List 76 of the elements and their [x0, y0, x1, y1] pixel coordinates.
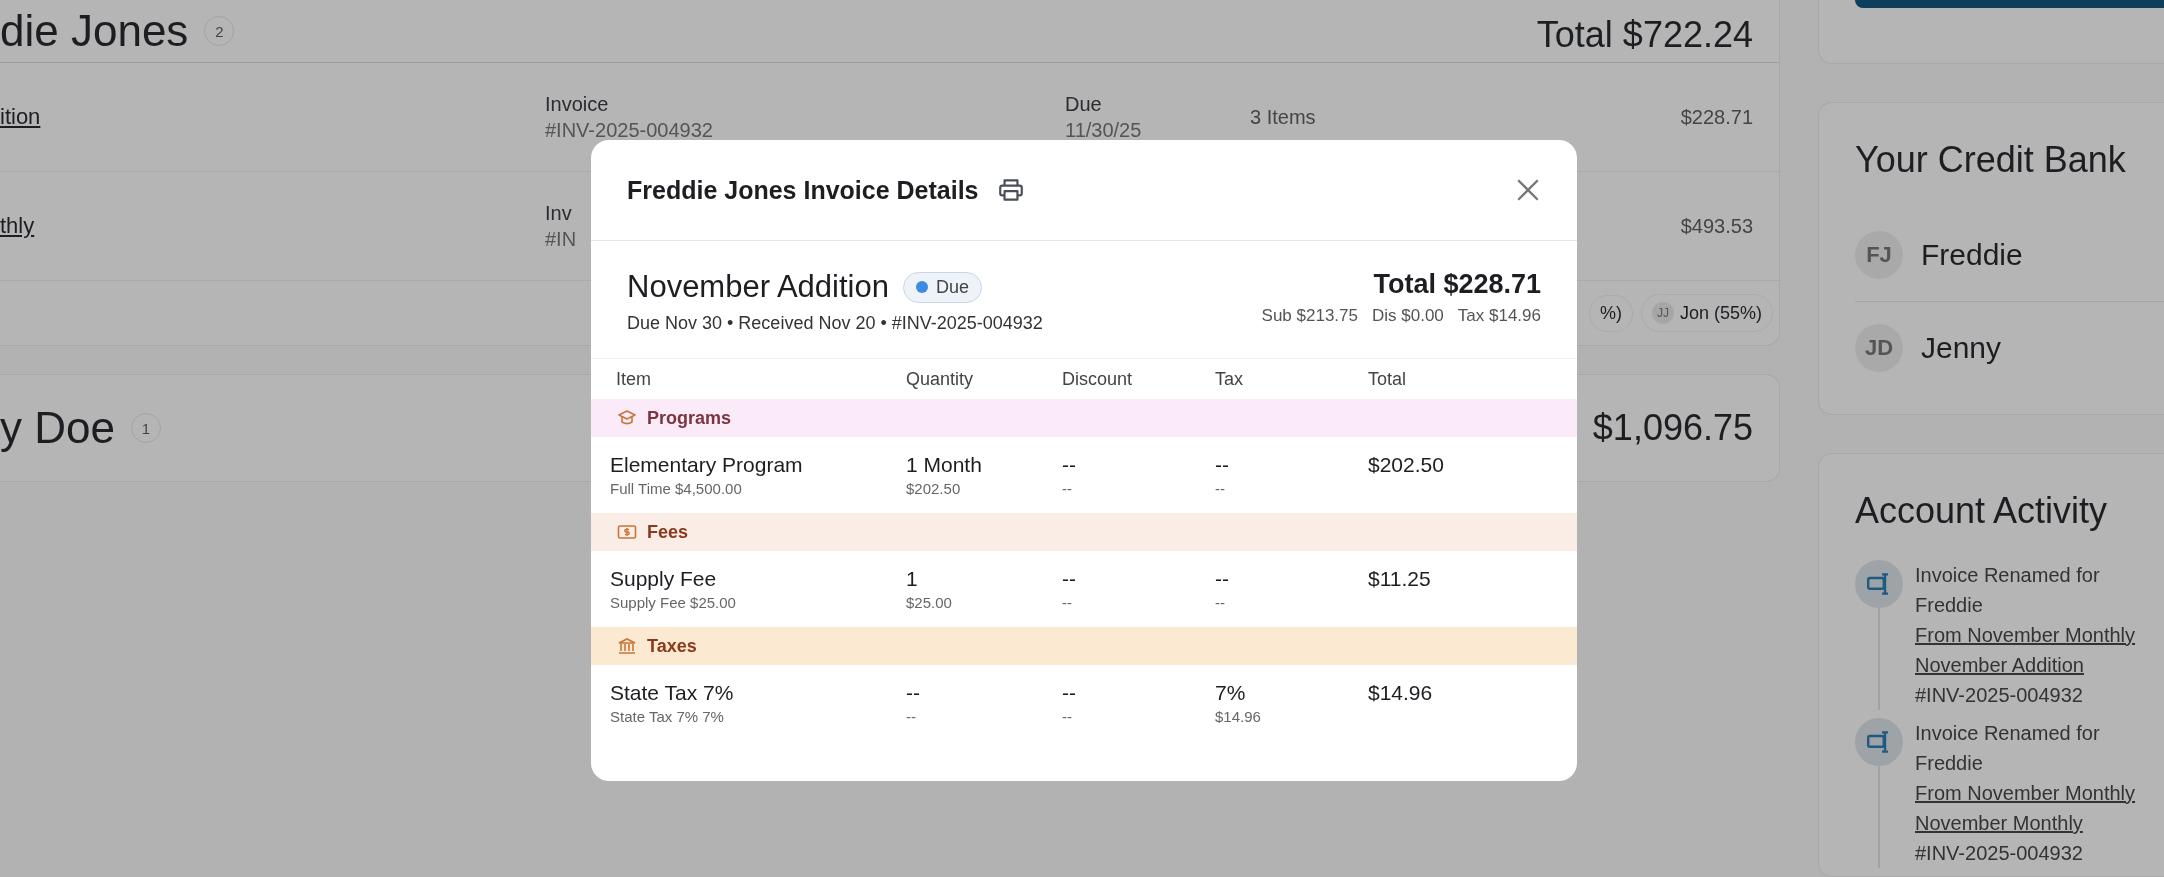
group-header: Fees	[591, 513, 1577, 551]
line-total: $202.50	[1368, 452, 1445, 478]
customer-total: Total $722.24	[1536, 14, 1753, 56]
invoice-link[interactable]: thly	[0, 213, 35, 238]
tax-value: --	[1215, 566, 1230, 592]
invoice-number: #INV-2025-004932	[1915, 683, 2084, 708]
due-date: 11/30/25	[1065, 118, 1143, 143]
due-label: Due	[1065, 92, 1103, 117]
invoice-amount: $493.53	[1680, 214, 1753, 237]
activity-link[interactable]: November Monthly	[1915, 808, 2155, 838]
item-name: Elementary Program	[610, 452, 804, 478]
item-count: 3 Items	[1250, 105, 1316, 128]
quantity-value: 1 Month	[906, 452, 983, 478]
group-header: Taxes	[591, 627, 1577, 665]
invoice-number: #INV-2025-004932	[545, 118, 714, 143]
discount-detail: --	[1062, 593, 1073, 613]
column-header: Quantity	[906, 368, 975, 390]
item-name: Supply Fee	[610, 566, 718, 592]
total-breakdown: Dis $0.00	[1372, 306, 1444, 326]
printer-icon[interactable]	[996, 176, 1025, 204]
column-header: Tax	[1215, 368, 1244, 390]
customer-name: y Doe	[0, 403, 115, 453]
line-total: $11.25	[1368, 566, 1432, 592]
status-badge: Due	[902, 271, 982, 303]
discount-value: --	[1062, 680, 1077, 706]
discount-detail: --	[1062, 707, 1073, 727]
quantity-detail: $202.50	[906, 479, 962, 499]
activity-title: Invoice Renamed for Freddie	[1915, 721, 2101, 776]
invoice-label: Invoice	[545, 92, 610, 117]
column-header: Total	[1368, 368, 1408, 390]
activity-link[interactable]: From November Monthly	[1915, 620, 2155, 650]
invoice-total: Total $228.71	[1373, 269, 1541, 300]
item-detail: Supply Fee $25.00	[610, 593, 737, 613]
invoice-link[interactable]: ition	[0, 104, 41, 129]
invoice-number: #IN	[545, 227, 578, 252]
tax-detail: --	[1215, 593, 1226, 613]
tax-detail: $14.96	[1215, 707, 1262, 727]
tax-value: 7%	[1215, 680, 1247, 706]
activity-link[interactable]: November Addition	[1915, 650, 2155, 680]
item-detail: Full Time $4,500.00	[610, 479, 743, 499]
card-title: Account Activity	[1855, 490, 2109, 532]
discount-value: --	[1062, 452, 1077, 478]
item-name: State Tax 7%	[610, 680, 735, 706]
invoice-meta: Due Nov 30 • Received Nov 20 • #INV-2025-004932	[627, 313, 1043, 334]
quantity-detail: --	[906, 707, 917, 727]
initials-avatar: JD	[1855, 324, 1903, 372]
banknote-icon	[617, 522, 637, 542]
group-header: Programs	[591, 399, 1577, 437]
customer-total: $1,096.75	[1592, 407, 1753, 449]
card-title: Your Credit Bank	[1855, 139, 2127, 181]
tax-detail: --	[1215, 479, 1226, 499]
total-breakdown: Sub $213.75	[1261, 306, 1358, 326]
activity-title: Invoice Renamed for Freddie	[1915, 563, 2101, 618]
line-total: $14.96	[1368, 680, 1434, 706]
member-name[interactable]: Freddie	[1921, 238, 2023, 272]
column-header: Item	[616, 368, 652, 390]
customer-name: die Jones	[0, 6, 189, 56]
invoice-label: Inv	[545, 201, 573, 226]
column-header: Discount	[1062, 368, 1134, 390]
quantity-value: 1	[906, 566, 919, 592]
total-breakdown: Tax $14.96	[1457, 306, 1541, 326]
quantity-value: --	[906, 680, 921, 706]
member-name[interactable]: Jenny	[1921, 331, 2002, 365]
invoice-amount: $228.71	[1680, 105, 1753, 128]
item-detail: State Tax 7% 7%	[610, 707, 725, 727]
tax-value: --	[1215, 452, 1230, 478]
initials-avatar: FJ	[1855, 231, 1903, 279]
discount-detail: --	[1062, 479, 1073, 499]
activity-link[interactable]: From November Monthly	[1915, 778, 2155, 808]
close-icon[interactable]	[1515, 177, 1541, 203]
bank-building-icon	[617, 636, 637, 656]
invoice-name: November Addition	[627, 269, 889, 305]
quantity-detail: $25.00	[906, 593, 953, 613]
invoice-number: #INV-2025-004932	[1915, 841, 2084, 866]
discount-value: --	[1062, 566, 1077, 592]
dialog-title: Freddie Jones Invoice Details	[627, 175, 979, 205]
